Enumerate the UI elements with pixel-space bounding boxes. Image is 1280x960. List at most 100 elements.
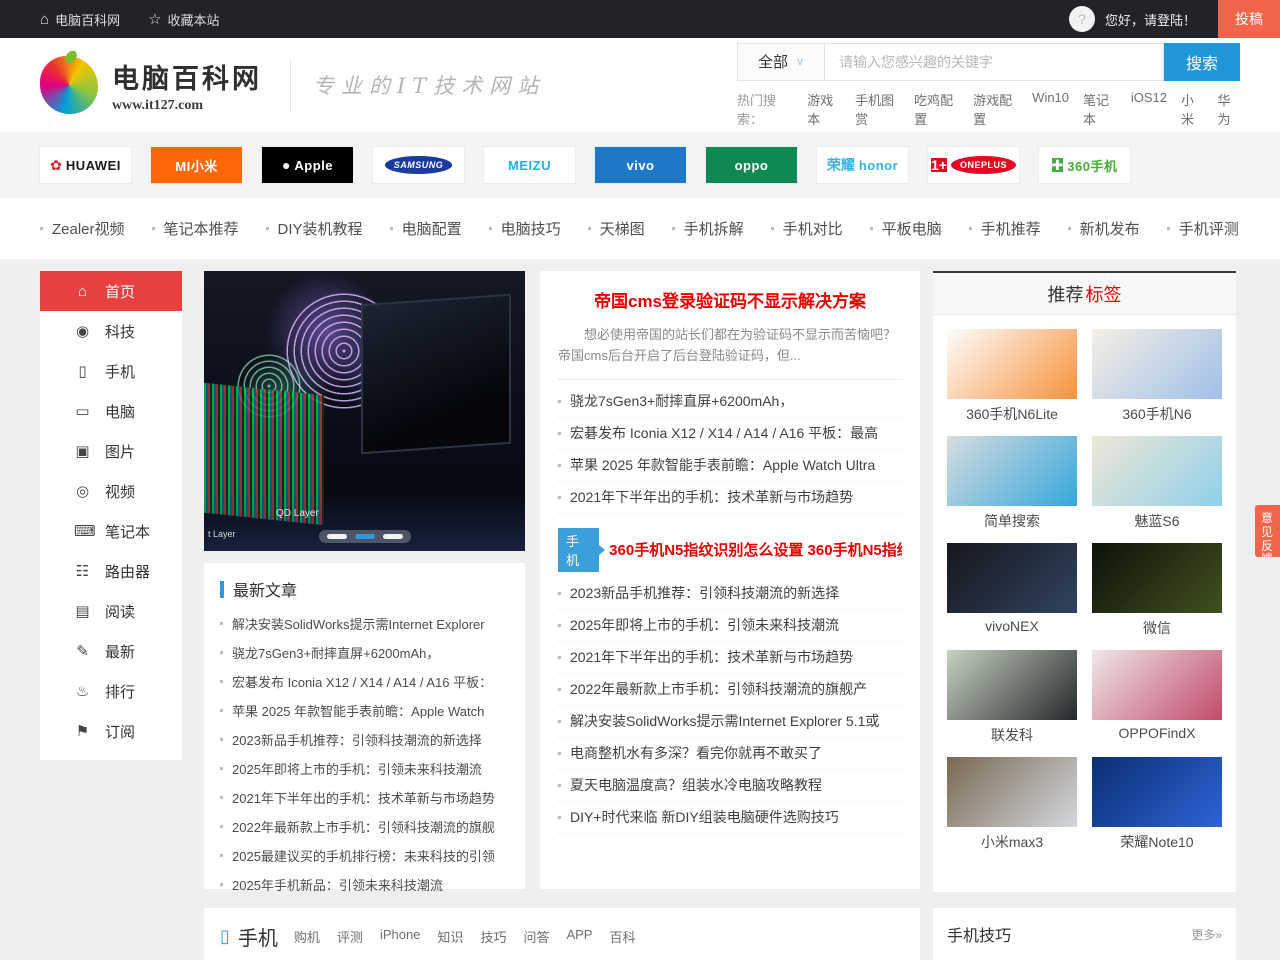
- phone-section-link[interactable]: 知识: [437, 927, 463, 946]
- article-link[interactable]: DIY+时代来临 新DIY组装电脑硬件选购技巧: [558, 802, 902, 834]
- hot-search-keyword[interactable]: 手机图赏: [855, 90, 900, 128]
- tag-card[interactable]: 魅蓝S6: [1092, 436, 1222, 531]
- nav-item[interactable]: Zealer视频: [40, 218, 125, 239]
- article-link[interactable]: 2022年最新款上市手机：引领科技潮流的旗舰: [220, 812, 509, 841]
- carousel-slide[interactable]: QD Layer t Layer: [204, 271, 525, 551]
- brand-apple[interactable]: ● Apple: [262, 147, 353, 183]
- sidebar-item[interactable]: ▤ 阅读: [40, 591, 182, 631]
- search-button[interactable]: 搜索: [1164, 43, 1240, 81]
- sidebar-item[interactable]: ▣ 图片: [40, 431, 182, 471]
- article-link[interactable]: 2022年最新款上市手机：引领科技潮流的旗舰产: [558, 674, 902, 706]
- phone-section-link[interactable]: 百科: [609, 927, 635, 946]
- phone-section-link[interactable]: 技巧: [480, 927, 506, 946]
- nav-item[interactable]: 手机拆解: [672, 218, 744, 239]
- tag-card[interactable]: 微信: [1092, 543, 1222, 638]
- article-link[interactable]: 2025年手机新品：引领未来科技潮流: [220, 870, 509, 899]
- nav-item[interactable]: 电脑技巧: [489, 218, 561, 239]
- article-link[interactable]: 2025最建议买的手机排行榜：未来科技的引领: [220, 841, 509, 870]
- submit-post-button[interactable]: 投稿: [1218, 0, 1280, 38]
- carousel-dot-3[interactable]: [383, 534, 403, 539]
- carousel-dot-1[interactable]: [327, 534, 347, 539]
- article-link[interactable]: 骁龙7sGen3+耐摔直屏+6200mAh，: [220, 638, 509, 667]
- nav-item[interactable]: 新机发布: [1068, 218, 1140, 239]
- article-link[interactable]: 苹果 2025 年款智能手表前瞻：Apple Watch Ultra: [558, 450, 902, 482]
- brand-vivo[interactable]: vivo: [595, 147, 686, 183]
- topbar-favorite-link[interactable]: ☆ 收藏本站: [148, 10, 219, 29]
- nav-item[interactable]: 天梯图: [588, 218, 645, 239]
- tag-card[interactable]: 360手机N6Lite: [947, 329, 1077, 424]
- brand-oneplus[interactable]: 1+ ONEPLUS: [928, 147, 1019, 183]
- article-link[interactable]: 2021年下半年出的手机：技术革新与市场趋势: [558, 482, 902, 514]
- topbar-home-link[interactable]: ⌂ 电脑百科网: [40, 10, 120, 29]
- phone-section-link[interactable]: iPhone: [380, 927, 420, 946]
- article-link[interactable]: 2021年下半年出的手机：技术革新与市场趋势: [220, 783, 509, 812]
- article-link[interactable]: 2025年即将上市的手机：引领未来科技潮流: [558, 610, 902, 642]
- sub-headline[interactable]: 360手机N5指纹识别怎么设置 360手机N5指纹: [609, 539, 902, 560]
- article-link[interactable]: 解决安装SolidWorks提示需Internet Explorer 5.1或: [558, 706, 902, 738]
- nav-item[interactable]: 手机评测: [1167, 218, 1239, 239]
- hot-search-keyword[interactable]: 小米: [1181, 90, 1204, 128]
- brand-xiaomi[interactable]: MI小米: [151, 147, 242, 183]
- hot-search-keyword[interactable]: 华为: [1217, 90, 1240, 128]
- sidebar-item[interactable]: ◉ 科技: [40, 311, 182, 351]
- tag-card[interactable]: 小米max3: [947, 757, 1077, 852]
- hot-search-keyword[interactable]: 笔记本: [1083, 90, 1117, 128]
- brand-meizu[interactable]: MEIZU: [484, 147, 575, 183]
- article-link[interactable]: 2025年即将上市的手机：引领未来科技潮流: [220, 754, 509, 783]
- article-link[interactable]: 宏碁发布 Iconia X12 / X14 / A14 / A16 平板：最高: [558, 418, 902, 450]
- tag-card[interactable]: 360手机N6: [1092, 329, 1222, 424]
- brand-samsung[interactable]: SAMSUNG: [373, 147, 464, 183]
- hot-search-keyword[interactable]: Win10: [1032, 90, 1069, 128]
- tag-card[interactable]: vivoNEX: [947, 543, 1077, 638]
- sidebar-item[interactable]: ✎ 最新: [40, 631, 182, 671]
- article-link[interactable]: 2021年下半年出的手机：技术革新与市场趋势: [558, 642, 902, 674]
- sidebar-item[interactable]: ☷ 路由器: [40, 551, 182, 591]
- brand-honor[interactable]: 荣耀 honor: [817, 147, 908, 183]
- search-category-select[interactable]: 全部 ∨: [737, 43, 825, 81]
- tag-card[interactable]: 荣耀Note10: [1092, 757, 1222, 852]
- feedback-tab[interactable]: 意见反馈: [1255, 505, 1280, 557]
- nav-item[interactable]: DIY装机教程: [266, 218, 363, 239]
- hot-search-keyword[interactable]: 游戏配置: [973, 90, 1018, 128]
- phone-section-link[interactable]: APP: [566, 927, 592, 946]
- category-tag[interactable]: 手机: [558, 528, 599, 572]
- tag-card[interactable]: 联发科: [947, 650, 1077, 745]
- site-logo[interactable]: 电脑百科网 www.it127.com: [40, 56, 262, 114]
- sidebar-item[interactable]: ⚑ 订阅: [40, 711, 182, 751]
- phone-section-link[interactable]: 问答: [523, 927, 549, 946]
- phone-section-link[interactable]: 评测: [337, 927, 363, 946]
- hot-search-keyword[interactable]: 吃鸡配置: [914, 90, 959, 128]
- article-link[interactable]: 苹果 2025 年款智能手表前瞻：Apple Watch: [220, 696, 509, 725]
- more-link[interactable]: 更多»: [1191, 926, 1222, 943]
- brand-huawei[interactable]: ✿ HUAWEI: [40, 147, 131, 183]
- article-link[interactable]: 骁龙7sGen3+耐摔直屏+6200mAh，: [558, 386, 902, 418]
- sidebar-item[interactable]: ⌨ 笔记本: [40, 511, 182, 551]
- article-link[interactable]: 电商整机水有多深？看完你就再不敢买了: [558, 738, 902, 770]
- nav-item[interactable]: 电脑配置: [390, 218, 462, 239]
- featured-headline[interactable]: 帝国cms登录验证码不显示解决方案: [558, 287, 902, 312]
- article-link[interactable]: 解决安装SolidWorks提示需Internet Explorer: [220, 609, 509, 638]
- sidebar-item[interactable]: ⌂ 首页: [40, 271, 182, 311]
- phone-section-title-wrap[interactable]: ▯ 手机: [220, 922, 278, 951]
- brand-oppo[interactable]: oppo: [706, 147, 797, 183]
- search-input[interactable]: [825, 43, 1164, 81]
- nav-item[interactable]: 手机对比: [771, 218, 843, 239]
- nav-item[interactable]: 笔记本推荐: [152, 218, 239, 239]
- phone-section-link[interactable]: 购机: [294, 927, 320, 946]
- article-link[interactable]: 2023新品手机推荐：引领科技潮流的新选择: [220, 725, 509, 754]
- login-link[interactable]: 您好，请登陆！: [1105, 10, 1196, 29]
- article-link[interactable]: 2023新品手机推荐：引领科技潮流的新选择: [558, 578, 902, 610]
- carousel-dot-2-active[interactable]: [355, 534, 375, 539]
- tag-card[interactable]: OPPOFindX: [1092, 650, 1222, 745]
- article-link[interactable]: 宏碁发布 Iconia X12 / X14 / A14 / A16 平板：: [220, 667, 509, 696]
- hot-search-keyword[interactable]: 游戏本: [807, 90, 841, 128]
- nav-item[interactable]: 平板电脑: [870, 218, 942, 239]
- hot-search-keyword[interactable]: iOS12: [1131, 90, 1167, 128]
- sidebar-item[interactable]: ▭ 电脑: [40, 391, 182, 431]
- tag-card[interactable]: 简单搜索: [947, 436, 1077, 531]
- sidebar-item[interactable]: ♨ 排行: [40, 671, 182, 711]
- sidebar-item[interactable]: ◎ 视频: [40, 471, 182, 511]
- sidebar-item[interactable]: ▯ 手机: [40, 351, 182, 391]
- brand-360[interactable]: ✚ 360手机: [1039, 147, 1130, 183]
- nav-item[interactable]: 手机推荐: [969, 218, 1041, 239]
